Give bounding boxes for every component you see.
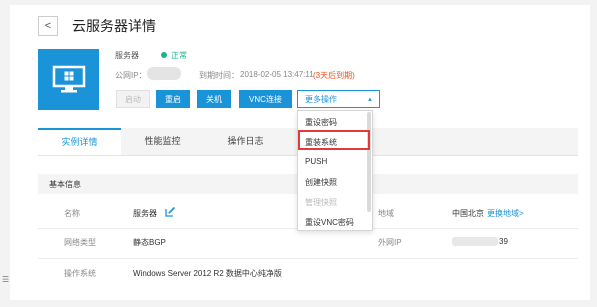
public-ip-redacted: [147, 67, 181, 80]
public-ip-suffix: 39: [499, 237, 508, 246]
expire-warning: (3天后到期): [313, 71, 355, 80]
public-ip-value-redacted: [452, 237, 498, 246]
section-title: 基本信息: [49, 180, 81, 189]
network-type-label: 网络类型: [64, 238, 96, 247]
highlight-box: [298, 130, 370, 150]
row-divider: [38, 258, 578, 259]
page-title: 云服务器详情: [72, 18, 156, 34]
os-value: Windows Server 2012 R2 数据中心纯净版: [133, 269, 282, 278]
change-region-link[interactable]: 更换地域>: [487, 208, 524, 219]
caret-up-icon: ▲: [367, 97, 373, 103]
name-label: 名称: [64, 209, 80, 218]
menu-item-reset-vnc-password[interactable]: 重设VNC密码: [305, 217, 354, 228]
region-value: 中国北京: [452, 209, 484, 218]
more-actions-dropdown[interactable]: 更多操作 ▲: [297, 90, 380, 108]
menu-item-manage-snapshot[interactable]: 管理快照: [305, 197, 337, 208]
menu-item-push[interactable]: PUSH: [305, 157, 327, 166]
vnc-connect-button[interactable]: VNC连接: [239, 90, 292, 108]
shutdown-button[interactable]: 关机: [197, 90, 231, 108]
back-button[interactable]: <: [38, 16, 58, 36]
os-label: 操作系统: [64, 269, 96, 278]
network-type-value: 静态BGP: [133, 238, 166, 247]
tab-operation-log[interactable]: 操作日志: [204, 128, 287, 155]
menu-handle-icon[interactable]: ☰: [2, 276, 9, 284]
name-value: 服务器: [133, 209, 157, 218]
tab-instance-details[interactable]: 实例详情: [38, 128, 121, 155]
more-actions-label: 更多操作: [305, 95, 337, 104]
expire-label: 到期时间：: [199, 71, 239, 80]
region-label: 地域: [378, 209, 394, 218]
expire-value: 2018-02-05 13:47:11: [240, 70, 314, 79]
edit-icon[interactable]: [165, 206, 176, 217]
windows-monitor-icon: [38, 49, 99, 110]
tab-performance-monitoring[interactable]: 性能监控: [121, 128, 204, 155]
restart-button[interactable]: 重启: [156, 90, 190, 108]
server-type-label: 服务器: [115, 51, 139, 60]
chevron-left-icon: <: [44, 19, 52, 32]
menu-item-reset-password[interactable]: 重设密码: [305, 117, 337, 128]
menu-scrollbar[interactable]: [367, 112, 371, 212]
public-ip-row-label: 外网IP: [378, 238, 402, 247]
more-actions-menu: [297, 110, 373, 231]
menu-item-create-snapshot[interactable]: 创建快照: [305, 177, 337, 188]
status-dot-icon: [161, 52, 167, 58]
public-ip-label: 公网IP：: [115, 71, 147, 80]
start-button[interactable]: 启动: [116, 90, 150, 108]
status-badge: 正常: [171, 51, 187, 60]
